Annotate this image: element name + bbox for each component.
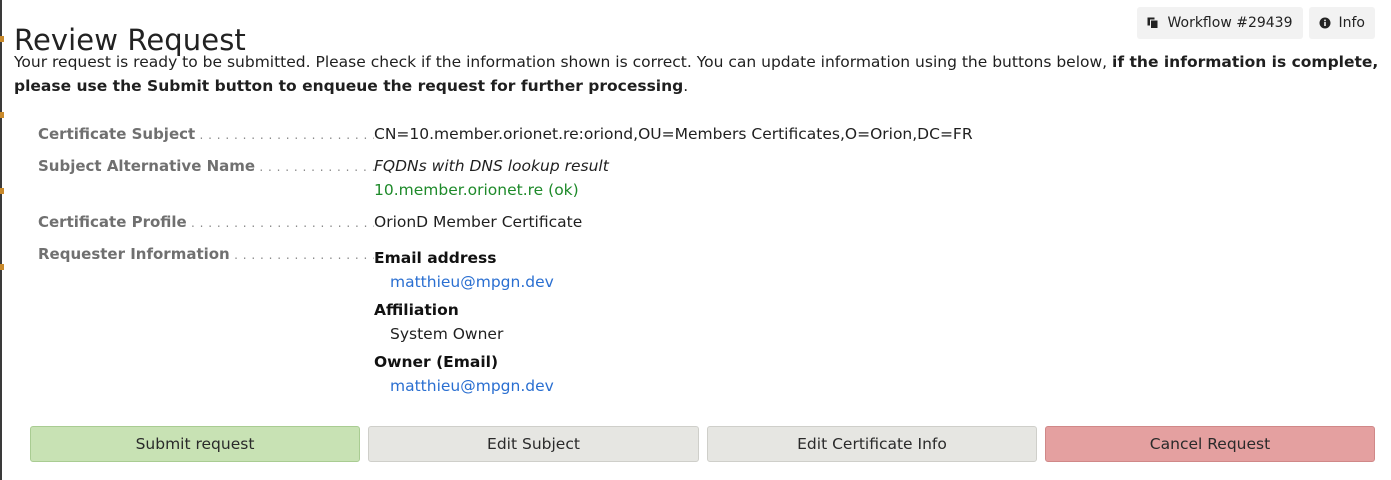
profile-row: Certificate Profile OrionD Member Certif… <box>38 210 582 234</box>
window-edge <box>0 0 2 480</box>
affiliation-value: System Owner <box>390 325 504 343</box>
san-caption: FQDNs with DNS lookup result <box>374 157 609 175</box>
owner-title: Owner (Email) <box>374 353 499 371</box>
info-circle-icon <box>1319 17 1331 29</box>
san-value: 10.member.orionet.re (ok) <box>374 181 579 199</box>
cancel-request-button[interactable]: Cancel Request <box>1045 426 1375 462</box>
email-link[interactable]: matthieu@mpgn.dev <box>374 270 554 294</box>
profile-label: Certificate Profile <box>38 210 374 234</box>
edge-marker <box>0 188 4 194</box>
workflow-button[interactable]: Workflow #29439 <box>1137 7 1303 39</box>
workflow-label: Workflow #29439 <box>1167 15 1293 31</box>
subject-row: Certificate Subject CN=10.member.orionet… <box>38 122 973 146</box>
requester-label: Requester Information <box>38 242 374 266</box>
submit-request-button[interactable]: Submit request <box>30 426 360 462</box>
email-title: Email address <box>374 249 497 267</box>
intro-end: . <box>683 77 689 95</box>
info-label: Info <box>1338 15 1366 31</box>
subject-value: CN=10.member.orionet.re:oriond,OU=Member… <box>374 125 973 143</box>
edge-marker <box>0 112 4 118</box>
profile-value: OrionD Member Certificate <box>374 213 583 231</box>
info-button[interactable]: Info <box>1308 7 1375 39</box>
subject-label: Certificate Subject <box>38 122 374 146</box>
san-block: FQDNs with DNS lookup result 10.member.o… <box>374 154 609 202</box>
edit-subject-button[interactable]: Edit Subject <box>368 426 699 462</box>
requester-block: Email address matthieu@mpgn.dev Affiliat… <box>374 246 554 398</box>
affiliation-title: Affiliation <box>374 301 459 319</box>
header-actions: Workflow #29439 Info <box>1137 7 1375 39</box>
edit-certificate-info-button[interactable]: Edit Certificate Info <box>707 426 1037 462</box>
intro-plain: Your request is ready to be submitted. P… <box>14 53 1113 71</box>
requester-row: Requester Information Email address matt… <box>38 242 554 395</box>
edge-marker <box>0 36 4 42</box>
owner-email-link[interactable]: matthieu@mpgn.dev <box>374 374 554 398</box>
edge-marker <box>0 264 4 270</box>
san-row: Subject Alternative Name FQDNs with DNS … <box>38 154 609 199</box>
san-label: Subject Alternative Name <box>38 154 374 178</box>
copy-icon <box>1147 17 1159 29</box>
intro-text: Your request is ready to be submitted. P… <box>14 50 1384 98</box>
